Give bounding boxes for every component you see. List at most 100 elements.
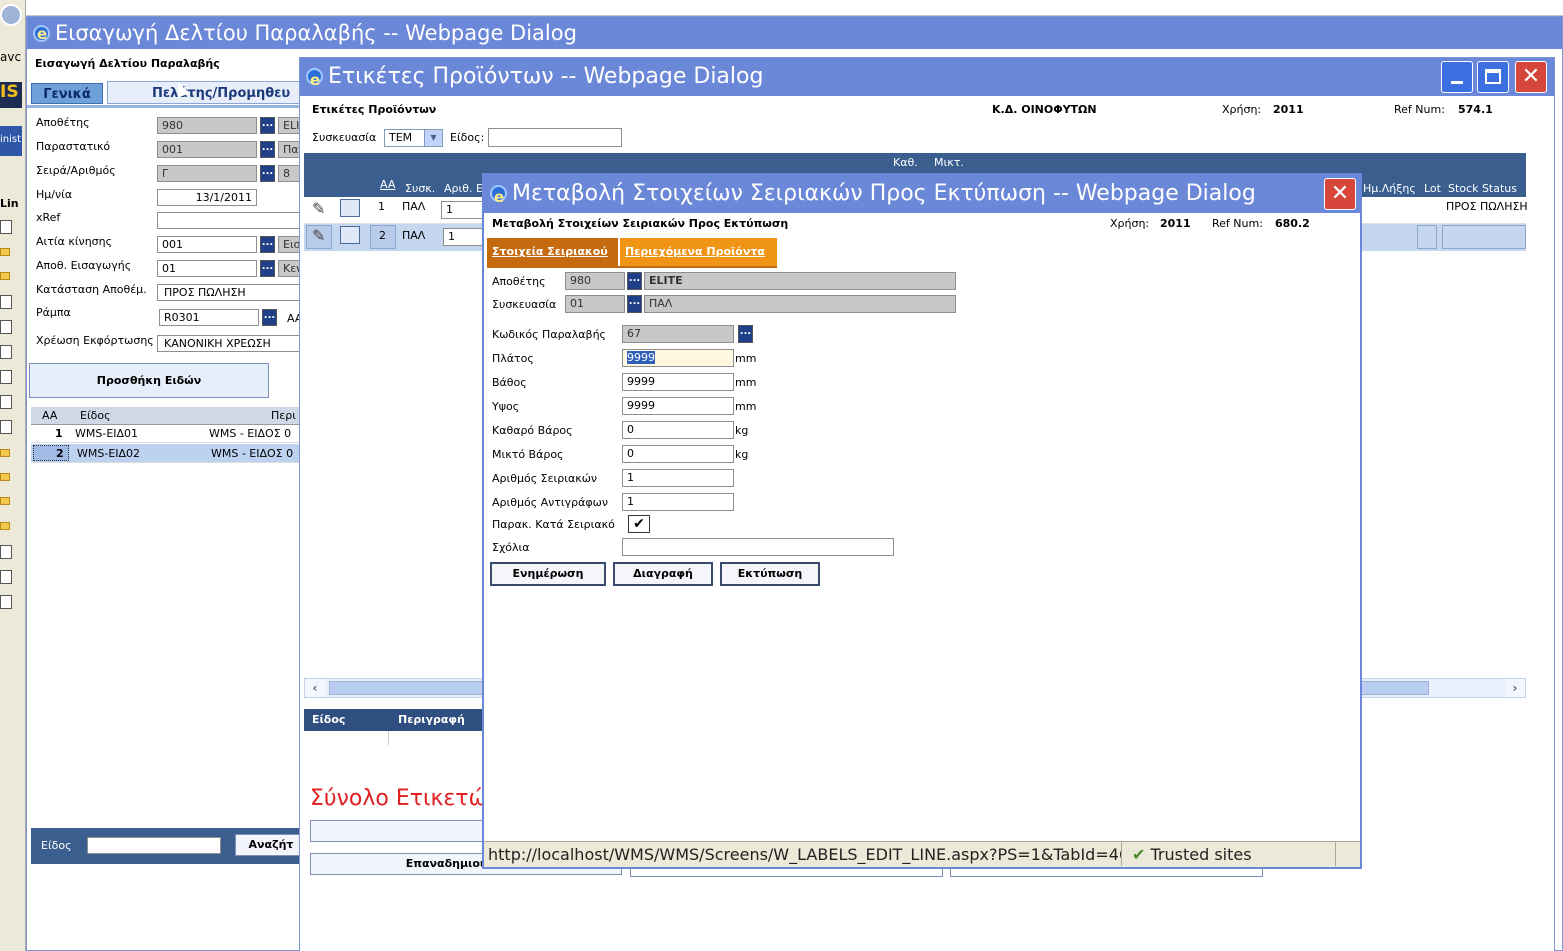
dialog1-titlebar[interactable]: Εισαγωγή Δελτίου Παραλαβής -- Webpage Di… (27, 17, 1562, 49)
ref-value: 574.1 (1458, 103, 1493, 116)
col-pack: Συσκ. (405, 182, 436, 195)
field-label: Κατάσταση Αποθέμ. (36, 283, 147, 296)
row-count-input[interactable]: 1 (443, 228, 487, 246)
security-zone: ✔ Trusted sites (1124, 842, 1336, 866)
receipt-code-label: Κωδικός Παραλαβής (492, 328, 607, 341)
unit-label: mm (735, 352, 757, 365)
search-button[interactable]: Αναζήτ (235, 834, 307, 856)
dialog3-titlebar[interactable]: Μεταβολή Στοιχείων Σειριακών Προς Εκτύπω… (484, 175, 1360, 213)
width-value: 9999 (627, 351, 655, 364)
dialog2-subtitle: Ετικέτες Προϊόντων (312, 103, 437, 116)
serial-print-edit-dialog: Μεταβολή Στοιχείων Σειριακών Προς Εκτύπω… (482, 173, 1362, 869)
update-button[interactable]: Ενημέρωση (490, 562, 606, 586)
add-items-button[interactable]: Προσθήκη Ειδών (29, 363, 269, 398)
date-input[interactable]: 13/1/2011 (157, 189, 257, 206)
packaging-code-input[interactable]: 01 (565, 295, 625, 313)
serials-count-input[interactable]: 1 (622, 469, 734, 487)
depositor-code-input[interactable]: 980 (157, 117, 257, 134)
ramp-input[interactable]: R0301 (159, 309, 259, 326)
lookup-button[interactable]: ... (260, 141, 275, 158)
minimize-button[interactable] (1441, 61, 1473, 93)
row-aa: 1 (55, 427, 63, 440)
tab-contained-products[interactable]: Περιεχόμενα Προϊόντα (620, 238, 777, 266)
scroll-left-icon[interactable]: ‹ (305, 679, 325, 697)
col-aa[interactable]: AA (380, 178, 395, 191)
packaging-label: Συσκευασία (492, 298, 557, 311)
field-label: Χρέωση Εκφόρτωσης (36, 334, 154, 347)
depositor-lookup-button[interactable]: ... (627, 272, 642, 290)
delete-button[interactable]: Διαγραφή (613, 562, 713, 586)
gross-weight-input[interactable]: 0 (622, 445, 734, 463)
packaging-name-input[interactable]: ΠΑΛ (644, 295, 956, 313)
row-aa: 1 (378, 200, 385, 213)
dialog3-subtitle: Μεταβολή Στοιχείων Σειριακών Προς Εκτύπω… (492, 217, 789, 230)
row-item: WMS-ΕΙΔ02 (77, 447, 141, 460)
depth-input[interactable]: 9999 (622, 373, 734, 391)
page-icon (0, 345, 12, 359)
page-icon (0, 420, 12, 434)
import-warehouse-input[interactable]: 01 (157, 260, 257, 277)
labels-total: Σύνολο Ετικετώ (310, 786, 487, 811)
item-filter-input[interactable] (488, 128, 622, 147)
packaging-lookup-button[interactable]: ... (627, 295, 642, 313)
print-button[interactable]: Εκτύπωση (720, 562, 820, 586)
col-expiry: Ημ.Λήξης (1363, 182, 1416, 195)
item-search-input[interactable] (87, 837, 221, 854)
per-serial-checkbox[interactable]: ✔ (628, 515, 650, 533)
unit-label: mm (735, 400, 757, 413)
row-count-input[interactable]: 1 (441, 201, 485, 219)
height-label: Υψος (492, 400, 520, 413)
close-button[interactable]: ✕ (1324, 178, 1356, 210)
tab-serial-details[interactable]: Στοιχεία Σειριακού (487, 238, 618, 266)
comments-input[interactable] (622, 538, 894, 556)
field-label: Παραστατικό (36, 140, 111, 153)
packaging-select[interactable]: TEM ▼ (384, 129, 443, 147)
back-nav-icon[interactable] (0, 4, 22, 26)
net-weight-label: Καθαρό Βάρος (492, 424, 573, 437)
depositor-name-input[interactable]: ELITE (644, 272, 956, 290)
ie-icon (306, 61, 323, 96)
width-label: Πλάτος (492, 352, 534, 365)
item-filter-label: Είδος: (450, 131, 485, 144)
tab-customer-supplier[interactable]: Πελάτης/Προμηθευ (107, 81, 307, 104)
bg-logo-tab: IS (0, 82, 22, 108)
row-desc: WMS - ΕΙΔΟΣ 0 (209, 427, 292, 440)
series-input[interactable]: Γ (157, 165, 257, 182)
tab-general[interactable]: Γενικά (31, 83, 103, 104)
edit-icon[interactable]: ✎ (312, 199, 325, 218)
edit-icon[interactable]: ✎ (312, 226, 325, 245)
net-weight-input[interactable]: 0 (622, 421, 734, 439)
column-divider (388, 731, 389, 745)
copy-icon[interactable] (340, 226, 360, 244)
document-type-input[interactable]: 001 (157, 141, 257, 158)
receipt-code-input[interactable]: 67 (622, 325, 734, 343)
width-input[interactable]: 9999 (622, 349, 734, 367)
lookup-button[interactable]: ... (260, 165, 275, 182)
lookup-button[interactable]: ... (260, 117, 275, 134)
table-row[interactable]: 1 WMS-ΕΙΔ01 WMS - ΕΙΔΟΣ 0 (31, 424, 307, 443)
stock-status-select[interactable]: ΠΡΟΣ ΠΩΛΗΣΗ (157, 284, 308, 301)
movement-reason-input[interactable]: 001 (157, 236, 257, 253)
copies-count-label: Αριθμός Αντιγράφων (492, 496, 609, 509)
dialog2-titlebar[interactable]: Ετικέτες Προϊόντων -- Webpage Dialog ✕ (300, 58, 1554, 96)
lookup-button[interactable]: ... (262, 309, 277, 326)
receipt-lookup-button[interactable]: ... (738, 325, 753, 343)
col-aa: AA (42, 409, 58, 422)
year-label: Χρήση: (1110, 217, 1150, 230)
unloading-charge-select[interactable]: ΚΑΝΟΝΙΚΗ ΧΡΕΩΣΗ (157, 335, 308, 352)
table-row[interactable]: 2 WMS-ΕΙΔ02 WMS - ΕΙΔΟΣ 0 (31, 444, 307, 463)
background-window-strip: avc IS inist Lin (0, 0, 26, 951)
depositor-code-input[interactable]: 980 (565, 272, 625, 290)
copy-icon[interactable] (340, 199, 360, 217)
close-button[interactable]: ✕ (1515, 61, 1547, 93)
copies-count-input[interactable]: 1 (622, 493, 734, 511)
lookup-button[interactable]: ... (260, 236, 275, 253)
height-input[interactable]: 9999 (622, 397, 734, 415)
scroll-right-icon[interactable]: › (1505, 679, 1525, 697)
lookup-button[interactable]: ... (260, 260, 275, 277)
products-grid-header: Είδος Περιγραφή (304, 709, 484, 731)
xref-input[interactable] (157, 212, 308, 229)
col-item: Είδος (80, 409, 111, 422)
page-icon (0, 220, 12, 234)
maximize-button[interactable] (1477, 61, 1509, 93)
